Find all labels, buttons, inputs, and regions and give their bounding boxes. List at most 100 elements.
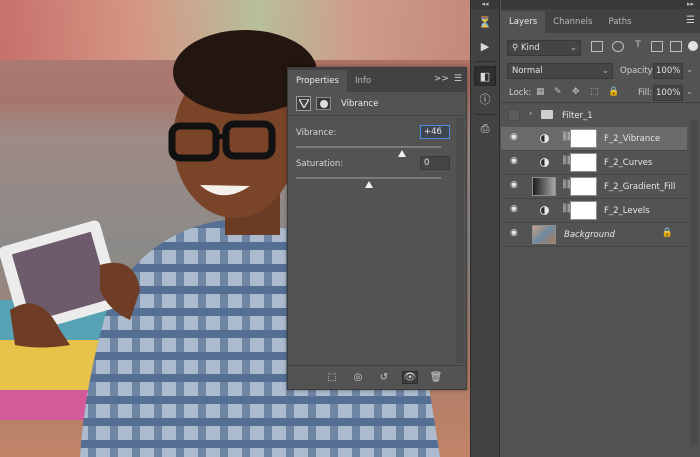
layers-tabbar: Layers Channels Paths ☰ bbox=[501, 9, 700, 33]
layers-scrollbar[interactable] bbox=[690, 120, 698, 445]
layers-panel: ▸▸ Layers Channels Paths ☰ ⚲ Kind ⌄ T No… bbox=[501, 0, 700, 457]
layer-f2-levels[interactable]: ◉ ⛓ F_2_Levels bbox=[501, 199, 687, 223]
lock-position-icon[interactable]: ✥ bbox=[572, 87, 580, 97]
properties-footer: ⬚ ◎ ↺ 👁 🗑 bbox=[288, 365, 466, 389]
panel-dock-strip: ◂◂ ⏳ ▶ ◧ ⓘ ⎙ bbox=[470, 0, 500, 457]
info-icon[interactable]: ⓘ bbox=[474, 90, 496, 110]
filter-adjustment-icon[interactable] bbox=[612, 41, 624, 52]
adjustment-layer-icon bbox=[540, 134, 549, 143]
vibrance-slider-track[interactable] bbox=[296, 146, 441, 148]
properties-scrollbar[interactable] bbox=[456, 118, 464, 363]
image-thumbnail bbox=[532, 225, 556, 244]
layer-name: Background bbox=[564, 230, 615, 240]
eye-icon[interactable]: ◉ bbox=[510, 133, 521, 142]
vibrance-slider-thumb[interactable] bbox=[397, 150, 406, 157]
layer-group-filter-1[interactable]: › Filter_1 bbox=[501, 104, 687, 128]
layer-f2-gradient-fill[interactable]: ◉ ⛓ F_2_Gradient_Fill bbox=[501, 175, 687, 199]
opacity-label: Opacity: bbox=[620, 66, 655, 76]
fill-label: Fill: bbox=[638, 88, 653, 98]
adjustment-title: Vibrance bbox=[341, 98, 379, 109]
vibrance-input[interactable]: +46 bbox=[420, 125, 450, 139]
eye-icon[interactable]: ◉ bbox=[510, 205, 521, 214]
adjustment-layer-icon bbox=[540, 158, 549, 167]
panel-controls: >> ☰ bbox=[434, 74, 462, 84]
layer-name: F_2_Levels bbox=[604, 206, 650, 216]
visibility-toggle-empty[interactable] bbox=[508, 109, 520, 121]
adjustments-icon[interactable]: ◧ bbox=[474, 66, 496, 86]
layer-f2-vibrance[interactable]: ◉ ⛓ F_2_Vibrance bbox=[501, 127, 687, 151]
vibrance-adjustment-icon bbox=[296, 96, 311, 111]
layers-dock-top: ▸▸ bbox=[501, 0, 700, 9]
view-previous-icon[interactable]: ◎ bbox=[350, 372, 366, 383]
chevron-down-icon: ⌄ bbox=[601, 66, 609, 76]
opacity-input[interactable]: 100% bbox=[653, 63, 683, 79]
saturation-label: Saturation: bbox=[296, 159, 344, 169]
play-icon[interactable]: ▶ bbox=[474, 37, 496, 57]
reset-icon[interactable]: ↺ bbox=[376, 372, 392, 383]
chevron-down-icon[interactable]: ⌄ bbox=[686, 65, 693, 75]
chevron-down-icon[interactable]: ⌄ bbox=[686, 87, 693, 97]
filter-type-icon[interactable]: T bbox=[632, 41, 644, 52]
tab-channels[interactable]: Channels bbox=[545, 11, 600, 33]
layers-list: › Filter_1 ◉ ⛓ F_2_Vibrance ◉ ⛓ F_2_Curv… bbox=[501, 102, 700, 457]
chevron-down-icon: ⌄ bbox=[569, 43, 577, 53]
collapse-dock-button[interactable]: ◂◂ bbox=[471, 0, 499, 9]
lock-transparent-icon[interactable]: ▦ bbox=[536, 87, 545, 97]
lock-all-icon[interactable]: 🔒 bbox=[608, 87, 619, 97]
layer-name: Filter_1 bbox=[562, 111, 593, 121]
visibility-icon[interactable]: 👁 bbox=[402, 371, 418, 384]
layer-mask-thumbnail[interactable] bbox=[570, 153, 597, 172]
blend-mode-select[interactable]: Normal ⌄ bbox=[507, 63, 613, 79]
filter-smart-object-icon[interactable] bbox=[670, 41, 682, 52]
lock-brush-icon[interactable]: ✎ bbox=[554, 87, 562, 97]
tab-info[interactable]: Info bbox=[347, 70, 379, 92]
tab-properties[interactable]: Properties bbox=[288, 70, 347, 92]
folder-icon bbox=[541, 110, 553, 119]
strip-separator bbox=[475, 61, 495, 62]
panel-menu-icon[interactable]: ☰ bbox=[454, 74, 462, 84]
layer-mask-thumbnail[interactable] bbox=[570, 129, 597, 148]
gradient-thumbnail bbox=[532, 177, 556, 196]
properties-panel: Properties Info >> ☰ Vibrance Vibrance: … bbox=[287, 67, 467, 390]
saturation-slider-track[interactable] bbox=[296, 177, 441, 179]
eye-icon[interactable]: ◉ bbox=[510, 157, 521, 166]
properties-header: Vibrance bbox=[288, 92, 466, 116]
filter-kind-select[interactable]: ⚲ Kind ⌄ bbox=[507, 40, 581, 56]
filter-pixel-icon[interactable] bbox=[591, 41, 603, 52]
tab-layers[interactable]: Layers bbox=[501, 11, 546, 33]
filter-kind-value: Kind bbox=[520, 43, 540, 53]
layer-f2-curves[interactable]: ◉ ⛓ F_2_Curves bbox=[501, 151, 687, 175]
adjustment-layer-icon bbox=[540, 206, 549, 215]
trash-icon[interactable]: 🗑 bbox=[428, 372, 444, 383]
saturation-slider-thumb[interactable] bbox=[364, 181, 373, 188]
filter-shape-icon[interactable] bbox=[651, 41, 663, 52]
blend-mode-value: Normal bbox=[512, 66, 543, 76]
clone-source-icon[interactable]: ⎙ bbox=[474, 119, 496, 139]
saturation-input[interactable]: 0 bbox=[420, 156, 450, 170]
collapse-panel-button[interactable]: >> bbox=[434, 74, 449, 84]
eye-icon[interactable]: ◉ bbox=[510, 181, 521, 190]
strip-separator bbox=[475, 114, 495, 115]
lock-artboard-icon[interactable]: ⬚ bbox=[590, 87, 599, 97]
layer-background[interactable]: ◉ Background 🔒 bbox=[501, 223, 687, 247]
properties-tabbar: Properties Info >> ☰ bbox=[288, 68, 466, 92]
fill-input[interactable]: 100% bbox=[653, 85, 683, 101]
search-icon: ⚲ bbox=[512, 43, 519, 53]
layer-mask-thumbnail[interactable] bbox=[570, 177, 597, 196]
filter-toggle-icon[interactable] bbox=[688, 41, 698, 51]
vibrance-label: Vibrance: bbox=[296, 128, 337, 138]
tab-paths[interactable]: Paths bbox=[600, 11, 639, 33]
layer-name: F_2_Vibrance bbox=[604, 134, 661, 144]
layer-mask-icon[interactable] bbox=[316, 97, 331, 110]
lock-label: Lock: bbox=[509, 88, 532, 98]
clip-to-layer-icon[interactable]: ⬚ bbox=[324, 372, 340, 383]
layer-name: F_2_Gradient_Fill bbox=[604, 182, 676, 192]
lock-icon: 🔒 bbox=[661, 228, 673, 238]
layer-name: F_2_Curves bbox=[604, 158, 653, 168]
panel-menu-icon[interactable]: ☰ bbox=[686, 15, 695, 26]
history-icon[interactable]: ⏳ bbox=[474, 13, 496, 33]
expand-dock-button[interactable]: ▸▸ bbox=[687, 0, 694, 9]
layer-mask-thumbnail[interactable] bbox=[570, 201, 597, 220]
eye-icon[interactable]: ◉ bbox=[510, 229, 521, 238]
chevron-right-icon[interactable]: › bbox=[529, 109, 532, 119]
